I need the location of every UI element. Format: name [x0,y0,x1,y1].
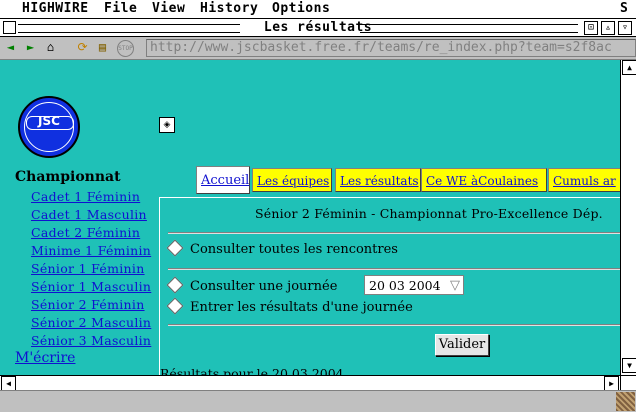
resize-corner[interactable] [620,375,636,391]
menu-app[interactable]: HIGHWIRE [22,1,89,16]
desktop-pattern-icon [616,392,635,411]
menu-file[interactable]: File [104,1,137,16]
divider [168,268,620,270]
nav-link-minime1f[interactable]: Minime 1 Féminin [31,243,151,261]
divider [168,324,620,326]
browser-toolbar: ◄ ► ⌂ ⟳ ▤ STOP http://www.jscbasket.free… [0,37,636,60]
back-arrow-icon[interactable]: ◄ [2,39,19,56]
tab-cumuls[interactable]: Cumuls ar [548,168,620,192]
iconify-button[interactable]: ⊡ [584,21,598,35]
nav-link-cadet1m[interactable]: Cadet 1 Masculin [31,207,151,225]
forward-arrow-icon[interactable]: ► [22,39,39,56]
fuller-button[interactable]: ▵ [601,21,615,35]
menu-history[interactable]: History [200,1,258,16]
scroll-down-arrow-icon[interactable]: ▼ [622,358,636,373]
tab-accueil[interactable]: Accueil [196,166,250,194]
panel-heading: Sénior 2 Féminin - Championnat Pro-Excel… [255,206,603,221]
horizontal-scrollbar[interactable]: ◀ ▶ [0,375,620,391]
url-input[interactable]: http://www.jscbasket.free.fr/teams/re_in… [146,39,636,57]
backdrop-button[interactable]: ▿ [618,21,632,35]
option-day[interactable]: Consulter une journée [166,276,337,294]
home-icon[interactable]: ⌂ [42,39,59,56]
tab-equipes[interactable]: Les équipes [252,168,332,192]
radio-enter-icon[interactable] [166,297,184,314]
chevron-down-icon: ▽ [450,278,460,293]
scroll-right-arrow-icon[interactable]: ▶ [604,376,619,391]
option-all-matches[interactable]: Consulter toutes les rencontres [166,239,398,257]
menu-view[interactable]: View [152,1,185,16]
logo-text: JSC [38,114,60,128]
reload-icon[interactable]: ⟳ [74,39,91,56]
results-panel: Sénior 2 Féminin - Championnat Pro-Excel… [159,197,620,375]
radio-all-icon[interactable] [166,239,184,256]
tab-coulaines[interactable]: Ce WE àCoulaines [421,168,547,192]
nav-link-senior1m[interactable]: Sénior 1 Masculin [31,279,151,297]
tab-resultats[interactable]: Les résultats [335,168,421,192]
section-title: Championnat [15,169,121,185]
menu-bar: HIGHWIRE File View History Options S [0,0,636,19]
nav-link-cadet1f[interactable]: Cadet 1 Féminin [31,189,151,207]
divider [168,232,620,234]
nav-link-senior3m[interactable]: Sénior 3 Masculin [31,333,151,351]
nav-link-senior2f[interactable]: Sénior 2 Féminin [31,297,151,315]
window-title-bar[interactable]: Les résultats ⊡ ▵ ▿ [0,19,636,37]
title-stripes-right [360,24,578,33]
radio-day-icon[interactable] [166,276,184,293]
date-select[interactable]: 20 03 2004 ▽ [364,275,464,295]
page-content: JSC ◈ Championnat Cadet 1 Féminin Cadet … [0,60,620,375]
scroll-left-arrow-icon[interactable]: ◀ [1,376,16,391]
nav-link-cadet2f[interactable]: Cadet 2 Féminin [31,225,151,243]
team-nav-list: Cadet 1 Féminin Cadet 1 Masculin Cadet 2… [31,189,151,351]
menu-options[interactable]: Options [272,1,330,16]
contact-link[interactable]: M'écrire [15,350,75,366]
open-folder-icon[interactable]: ▤ [94,39,111,56]
submit-button[interactable]: Valider [435,334,489,356]
option-enter-results[interactable]: Entrer les résultats d'une journée [166,297,413,315]
nav-link-senior2m[interactable]: Sénior 2 Masculin [31,315,151,333]
status-bar [0,390,636,412]
stop-icon[interactable]: STOP [117,40,134,57]
vertical-scrollbar[interactable]: ▲ ▼ [620,60,636,375]
broken-image-icon: ◈ [159,117,175,133]
nav-link-senior1f[interactable]: Sénior 1 Féminin [31,261,151,279]
club-logo: JSC [18,96,80,158]
system-logo-icon[interactable]: S [620,1,634,16]
results-footer-text: Résultats pour le 20 03 2004 [160,366,344,375]
scroll-up-arrow-icon[interactable]: ▲ [622,60,636,75]
